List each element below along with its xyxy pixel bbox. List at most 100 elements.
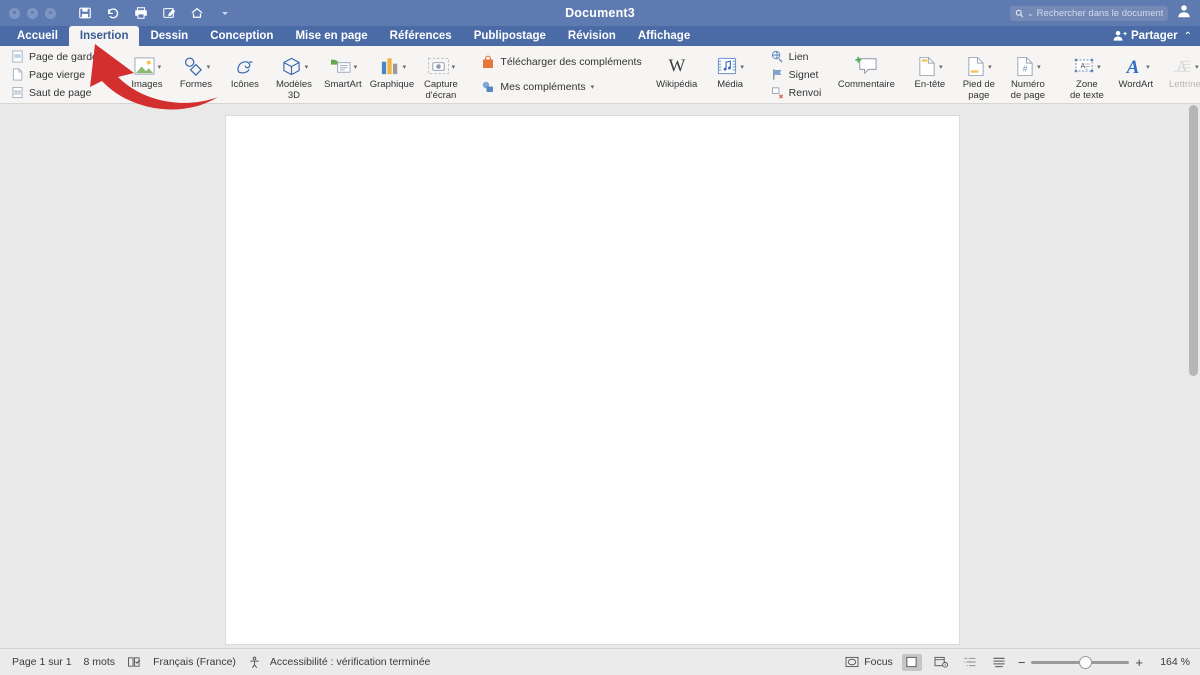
ribbon-group-header-footer: ▾ En-tête ▾ Pied de page # ▾ Numéro de p… — [900, 46, 1057, 103]
focus-icon — [845, 656, 859, 668]
chevron-down-icon[interactable]: ▾ — [591, 83, 595, 91]
chevron-up-icon[interactable]: ⌃ — [1184, 31, 1192, 42]
zoom-out-button[interactable]: − — [1018, 655, 1026, 670]
wikipedia-button[interactable]: W Wikipédia — [648, 46, 706, 103]
language-indicator[interactable]: Français (France) — [153, 656, 236, 668]
undo-icon[interactable] — [104, 5, 121, 22]
focus-button[interactable]: Focus — [845, 656, 893, 668]
chevron-down-icon[interactable]: ▾ — [403, 63, 407, 71]
outline-view-button[interactable] — [960, 654, 980, 671]
text-box-button[interactable]: A ▾ Zone de texte — [1062, 46, 1111, 103]
blank-page-label: Page vierge — [29, 68, 86, 81]
insert-icons-button[interactable]: Icônes — [220, 46, 269, 103]
share-button[interactable]: Partager — [1113, 29, 1178, 43]
proofing-icon[interactable] — [127, 656, 141, 668]
wikipedia-icon: W — [668, 56, 685, 76]
drop-cap-button[interactable]: A ▾ Lettrine — [1160, 46, 1200, 103]
cross-reference-button[interactable]: Renvoi — [768, 85, 825, 101]
chevron-down-icon[interactable]: ▾ — [207, 63, 211, 71]
chevron-down-icon[interactable]: ▾ — [1195, 63, 1199, 71]
search-placeholder: Rechercher dans le document — [1036, 7, 1163, 19]
zoom-window-button[interactable] — [45, 7, 56, 19]
chevron-down-icon[interactable]: ▾ — [354, 63, 358, 71]
zoom-in-button[interactable]: + — [1135, 655, 1143, 670]
wordart-icon: A — [1126, 57, 1140, 77]
wordart-button[interactable]: A ▾ WordArt — [1111, 46, 1160, 103]
bookmark-label: Signet — [788, 68, 819, 81]
link-icon — [771, 50, 783, 63]
my-addins-label: Mes compléments — [500, 81, 586, 93]
tab-conception[interactable]: Conception — [199, 26, 284, 46]
insert-shapes-label: Formes — [179, 79, 213, 90]
page-number-button[interactable]: # ▾ Numéro de page — [1003, 46, 1052, 103]
document-canvas[interactable] — [0, 104, 1200, 648]
insert-pictures-button[interactable]: ▾ Images — [122, 46, 171, 103]
save-icon[interactable] — [76, 5, 93, 22]
chevron-down-icon[interactable]: ▾ — [1146, 63, 1150, 71]
tab-insertion[interactable]: Insertion — [68, 26, 140, 46]
tab-affichage[interactable]: Affichage — [627, 26, 701, 46]
new-comment-button[interactable]: Commentaire — [837, 46, 895, 103]
home-icon[interactable] — [188, 5, 205, 22]
tab-mise-en-page[interactable]: Mise en page — [284, 26, 378, 46]
tab-revision[interactable]: Révision — [557, 26, 627, 46]
share-person-icon — [1113, 30, 1127, 41]
tab-references[interactable]: Références — [379, 26, 463, 46]
insert-link-button[interactable]: Lien — [768, 49, 825, 65]
header-button[interactable]: ▾ En-tête — [905, 46, 954, 103]
account-icon[interactable] — [1176, 3, 1192, 24]
online-media-label: Média — [717, 79, 744, 90]
accessibility-status[interactable]: Accessibilité : vérification terminée — [248, 656, 430, 669]
ribbon-group-text: A ▾ Zone de texte A ▾ WordArt A ▾ Lettri… — [1057, 46, 1200, 103]
screenshot-button[interactable]: ▾ Capture d'écran — [416, 46, 465, 103]
zoom-handle[interactable] — [1079, 655, 1093, 669]
minimize-window-button[interactable] — [27, 7, 38, 19]
tab-publipostage[interactable]: Publipostage — [463, 26, 557, 46]
track-changes-icon[interactable] — [160, 5, 177, 22]
status-bar: Page 1 sur 1 8 mots Français (France) Ac… — [0, 648, 1200, 675]
insert-shapes-button[interactable]: ▾ Formes — [171, 46, 220, 103]
get-addins-button[interactable]: Télécharger des compléments — [478, 54, 644, 70]
zoom-slider[interactable]: − + — [1018, 655, 1143, 670]
chevron-down-icon[interactable]: ▾ — [305, 63, 309, 71]
tab-bar-right: Partager ⌃ — [1113, 26, 1200, 46]
chevron-down-icon[interactable]: ▾ — [939, 63, 943, 71]
bookmark-button[interactable]: Signet — [768, 67, 825, 83]
search-input[interactable]: ⌄ Rechercher dans le document — [1010, 5, 1168, 21]
close-window-button[interactable] — [9, 7, 20, 19]
footer-button[interactable]: ▾ Pied de page — [954, 46, 1003, 103]
header-icon — [919, 56, 935, 77]
window-controls — [0, 7, 56, 19]
page-break-button[interactable]: Saut de page — [8, 85, 109, 101]
word-count[interactable]: 8 mots — [84, 656, 116, 668]
chevron-down-icon[interactable]: ▾ — [740, 63, 744, 71]
page-count[interactable]: Page 1 sur 1 — [12, 656, 72, 668]
my-addins-button[interactable]: Mes compléments ▾ — [478, 79, 644, 95]
blank-page-button[interactable]: Page vierge — [8, 67, 109, 83]
insert-chart-button[interactable]: ▾ Graphique — [367, 46, 416, 103]
cover-page-button[interactable]: Page de garde ▾ — [8, 49, 109, 65]
shapes-icon — [184, 57, 202, 76]
insert-smartart-button[interactable]: ▾ SmartArt — [318, 46, 367, 103]
insert-3d-models-label: Modèles 3D — [275, 79, 312, 101]
tab-dessin[interactable]: Dessin — [139, 26, 199, 46]
zoom-track[interactable] — [1031, 655, 1130, 669]
online-media-button[interactable]: ▾ Média — [706, 46, 755, 103]
web-layout-view-button[interactable] — [931, 654, 951, 671]
tab-accueil[interactable]: Accueil — [6, 26, 69, 46]
chevron-down-icon[interactable]: ▾ — [988, 63, 992, 71]
chevron-down-icon[interactable]: ▾ — [1097, 63, 1101, 71]
zoom-level[interactable]: 164 % — [1152, 656, 1190, 668]
insert-3d-models-button[interactable]: ▾ Modèles 3D — [269, 46, 318, 103]
chevron-down-icon[interactable] — [216, 5, 233, 22]
print-layout-view-button[interactable] — [901, 653, 922, 671]
print-icon[interactable] — [132, 5, 149, 22]
draft-view-button[interactable] — [989, 654, 1009, 671]
vertical-scrollbar[interactable] — [1189, 105, 1198, 376]
chevron-down-icon[interactable]: ▾ — [1037, 63, 1041, 71]
document-page[interactable] — [225, 115, 960, 645]
cover-page-label: Page de garde — [29, 50, 98, 63]
chevron-down-icon[interactable]: ▾ — [158, 63, 162, 71]
chevron-down-icon[interactable]: ▾ — [452, 63, 456, 71]
chevron-down-icon[interactable]: ▾ — [103, 53, 107, 61]
